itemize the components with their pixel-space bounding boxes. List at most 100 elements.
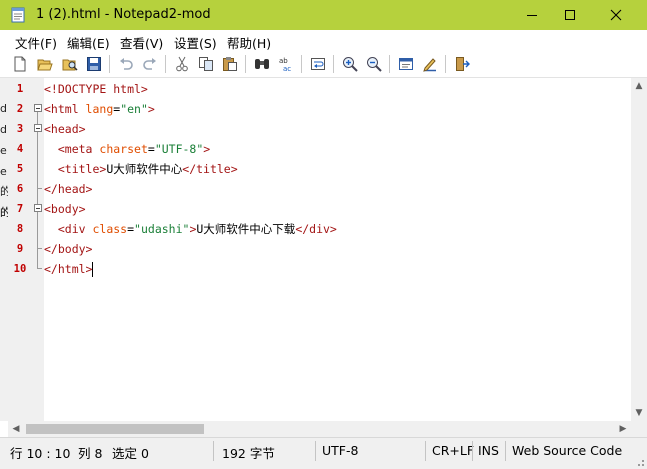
strip-char: 的 [0, 206, 8, 219]
code-line[interactable]: <meta charset="UTF-8"> [44, 139, 210, 159]
schemes-button[interactable] [396, 54, 416, 74]
fold-toggle-head[interactable] [34, 124, 42, 132]
code-line[interactable]: </body> [44, 239, 92, 259]
menu-file[interactable]: 文件(F) [15, 33, 57, 52]
vertical-scrollbar[interactable]: ▲ ▼ [631, 78, 647, 421]
syntax-val: "UTF-8" [154, 142, 204, 156]
save-icon [87, 57, 101, 71]
exit-icon [456, 57, 470, 71]
status-line-ending[interactable]: CR+LF [432, 443, 474, 458]
zoom-out-button[interactable] [364, 54, 384, 74]
paste-button[interactable] [220, 54, 240, 74]
new-file-icon [14, 56, 26, 72]
code-line[interactable]: <!DOCTYPE html> [44, 79, 148, 99]
zoom-in-icon [343, 57, 358, 72]
line-number: 6 [16, 183, 24, 195]
scroll-down-icon[interactable]: ▼ [631, 405, 647, 421]
syntax-tag: > [147, 102, 155, 116]
code-line[interactable]: <div class="udashi">U大师软件中心下载</div> [44, 219, 337, 239]
scroll-up-icon[interactable]: ▲ [631, 78, 647, 94]
status-file-size: 192 字节 [222, 446, 275, 461]
menu-bar: 文件(F) 编辑(E) 查看(V) 设置(S) 帮助(H) [0, 30, 647, 51]
save-button[interactable] [84, 54, 104, 74]
cut-icon [176, 56, 188, 72]
redo-button[interactable] [140, 54, 160, 74]
horizontal-scroll-thumb[interactable] [26, 424, 204, 434]
replace-button[interactable]: ab ac [276, 54, 296, 74]
syntax-eq: = [127, 222, 135, 236]
code-line[interactable]: <html lang="en"> [44, 99, 155, 119]
status-insert-mode[interactable]: INS [478, 443, 499, 458]
undo-button[interactable] [116, 54, 136, 74]
menu-help[interactable]: 帮助(H) [227, 33, 271, 52]
browse-button[interactable] [60, 54, 80, 74]
line-number: 7 [16, 203, 24, 215]
strip-char: d [0, 123, 7, 136]
fold-toggle-html[interactable] [34, 104, 42, 112]
minimize-icon [527, 15, 537, 16]
code-area[interactable]: <!DOCTYPE html> <html lang="en"> <head> <m… [44, 78, 639, 421]
line-number: 3 [16, 123, 24, 135]
open-button[interactable] [35, 54, 55, 74]
scroll-left-icon[interactable]: ◀ [8, 421, 24, 437]
syntax-attr: charset [99, 142, 148, 156]
code-text: U大师软件中心下载 [196, 222, 296, 236]
fold-guide [37, 248, 38, 268]
schemes-icon [399, 58, 413, 70]
syntax-tag: > [203, 142, 211, 156]
horizontal-scrollbar[interactable]: ◀ ▶ [8, 421, 631, 437]
menu-view[interactable]: 查看(V) [120, 33, 163, 52]
text-editor[interactable]: 1 2 3 4 5 6 7 8 9 10 <!DOCTYPE html> <html lang="e… [8, 78, 639, 421]
toolbar: ab ac [0, 51, 647, 78]
maximize-icon [565, 10, 575, 20]
line-number: 4 [16, 143, 24, 155]
scroll-right-icon[interactable]: ▶ [615, 421, 631, 437]
fold-margin[interactable] [32, 78, 44, 421]
svg-text:ac: ac [283, 65, 291, 72]
code-text: U大师软件中心 [106, 162, 183, 176]
syntax-tag: </div> [295, 222, 337, 236]
zoom-out-icon [367, 57, 382, 72]
toolbar-separator [389, 55, 390, 73]
customize-icon [423, 58, 436, 72]
code-line[interactable]: </html> [44, 259, 94, 279]
scrollbar-corner [631, 421, 647, 437]
resize-grip-icon[interactable] [635, 457, 645, 467]
status-encoding[interactable]: UTF-8 [322, 443, 358, 458]
strip-char: 的 [0, 185, 8, 198]
title-bar[interactable]: 1 (2).html - Notepad2-mod [0, 0, 647, 30]
maximize-button[interactable] [547, 0, 593, 30]
syntax-tag: </html> [44, 262, 93, 276]
close-icon [610, 9, 622, 21]
fold-toggle-body[interactable] [34, 204, 42, 212]
status-selection: 选定 0 [112, 446, 149, 461]
zoom-in-button[interactable] [340, 54, 360, 74]
toolbar-separator [445, 55, 446, 73]
line-number: 9 [16, 243, 24, 255]
status-separator [315, 441, 316, 461]
exit-button[interactable] [452, 54, 472, 74]
menu-settings[interactable]: 设置(S) [174, 33, 217, 52]
copy-button[interactable] [196, 54, 216, 74]
cut-button[interactable] [172, 54, 192, 74]
code-line[interactable]: <head> [44, 119, 86, 139]
toolbar-separator [245, 55, 246, 73]
text-caret [92, 262, 94, 277]
status-scheme[interactable]: Web Source Code [512, 443, 622, 458]
word-wrap-button[interactable] [308, 54, 328, 74]
redo-icon [143, 58, 156, 70]
line-number-margin[interactable]: 1 2 3 4 5 6 7 8 9 10 [8, 78, 32, 421]
new-file-button[interactable] [10, 54, 30, 74]
status-separator [505, 441, 506, 461]
code-line[interactable]: <body> [44, 199, 86, 219]
window-title: 1 (2).html - Notepad2-mod [36, 7, 211, 22]
code-line[interactable]: <title>U大师软件中心</title> [44, 159, 238, 179]
find-button[interactable] [252, 54, 272, 74]
syntax-tag: <html [44, 102, 86, 116]
customize-schemes-button[interactable] [420, 54, 440, 74]
undo-icon [120, 58, 133, 70]
code-line[interactable]: </head> [44, 179, 92, 199]
menu-edit[interactable]: 编辑(E) [67, 33, 110, 52]
close-button[interactable] [593, 0, 639, 30]
